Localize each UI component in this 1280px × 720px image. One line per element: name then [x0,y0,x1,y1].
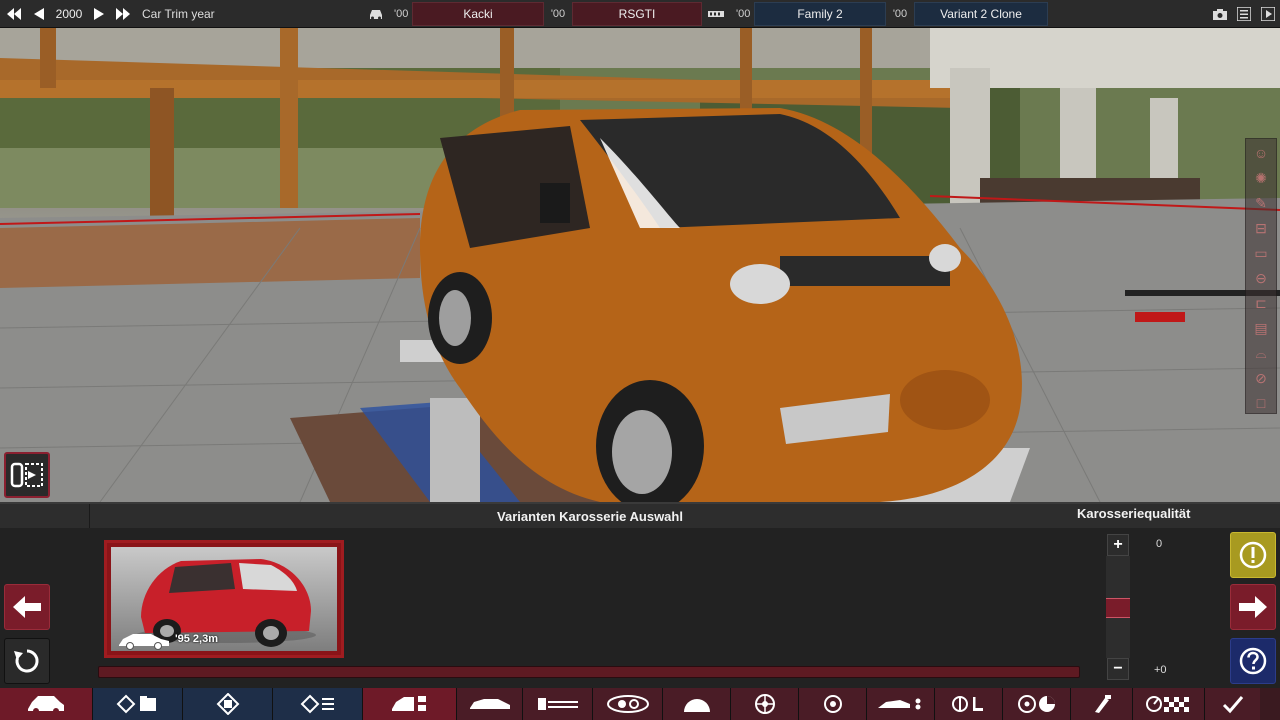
exit-icon[interactable] [1256,0,1280,28]
tab-suspension[interactable] [522,688,592,720]
view-switch-icon [10,462,43,488]
tab-engine-family[interactable] [92,688,182,720]
interior-icon [951,696,983,712]
arrow-left-icon [13,596,41,618]
trim-year: '00 [550,7,566,20]
interior-icon[interactable]: ⊏ [1250,292,1272,314]
tyre-icon [823,695,842,713]
testing-icon [1145,696,1189,712]
panel-title: Varianten Karosserie Auswahl [90,504,1090,528]
tab-brakes[interactable] [662,688,730,720]
variant-preview: '95 2,3m [111,547,337,651]
tab-engine-tuning[interactable] [272,688,362,720]
game-screen: 2000 Car Trim year '00 Kacki '00 RSGTI '… [0,0,1280,720]
skip-back-icon[interactable] [0,0,28,28]
tab-finish[interactable] [1204,688,1260,720]
chassis-icon[interactable]: ⊟ [1250,217,1272,239]
tab-interior[interactable] [934,688,1002,720]
refresh-icon [14,649,39,673]
wheel-icon[interactable]: ✺ [1250,167,1272,189]
brakes-icon [683,699,710,712]
suspension-icon [537,698,578,710]
model-year: '00 [394,7,409,20]
tab-engine[interactable] [182,688,272,720]
model-name-field[interactable]: Kacki [412,1,544,26]
tab-paint[interactable] [1070,688,1132,720]
top-bar: 2000 Car Trim year '00 Kacki '00 RSGTI '… [0,0,1280,28]
trim-name-field[interactable]: RSGTI [572,1,702,26]
car-trim-year-label: Car Trim year [142,6,215,21]
quality-decrease-button[interactable]: − [1107,658,1129,680]
car-showroom-scene [0,28,1280,502]
car-tab-icon [28,696,64,714]
tab-aero[interactable] [866,688,934,720]
quality-value: 0 [1156,538,1163,550]
tab-drivetrain[interactable] [592,688,662,720]
toggle-view-button[interactable] [4,452,50,498]
next-button[interactable] [1230,584,1276,630]
steering-icon[interactable]: ⊘ [1250,367,1272,389]
square-icon[interactable]: □ [1250,392,1272,414]
aero-icon [877,698,920,710]
car-icon[interactable] [364,0,388,28]
body-tab-icon [391,696,426,711]
safety-icon [1017,695,1055,713]
tab-safety[interactable] [1002,688,1070,720]
triangle-right-icon[interactable] [88,0,110,28]
quality-increase-button[interactable]: + [1107,534,1129,556]
question-icon [1239,647,1267,675]
variant-label: '95 2,3m [175,633,218,645]
car-body-icon [119,634,169,650]
engine-icon[interactable] [702,0,730,28]
spray-icon[interactable]: ✎ [1250,192,1272,214]
reset-button[interactable] [4,638,50,684]
camera-icon[interactable] [1208,0,1232,28]
variant-card[interactable]: '95 2,3m [104,540,344,658]
family-name-field[interactable]: Family 2 [754,1,886,26]
quality-slider-thumb[interactable] [1106,598,1130,618]
fuel-icon[interactable]: ⊖ [1250,267,1272,289]
tab-testing[interactable] [1132,688,1204,720]
tab-chassis[interactable] [456,688,522,720]
warning-icon [1239,541,1267,569]
engine-tune-icon [300,694,334,714]
scroll-bar[interactable] [98,666,1080,678]
seat-icon[interactable]: ⌓ [1250,342,1272,364]
drivetrain-icon [606,695,649,713]
engine-block-icon [216,693,239,715]
year-value: 2000 [55,6,83,21]
tab-car[interactable] [0,688,92,720]
tab-wheels[interactable] [730,688,798,720]
family-year: '00 [736,7,751,20]
checkmark-icon [1222,696,1243,714]
section-tabs [0,688,1280,720]
panel-header-left [0,504,90,528]
quality-title: Karosseriequalität [1077,506,1191,521]
panel-icon[interactable]: ▭ [1250,242,1272,264]
wheel-icon [754,694,775,714]
chassis-icon [469,699,510,709]
warning-button[interactable] [1230,532,1276,578]
tab-tyres[interactable] [798,688,866,720]
engine-folder-icon [116,694,156,714]
arrow-right-icon [1239,596,1267,618]
variant-name-field[interactable]: Variant 2 Clone [914,1,1048,26]
person-icon[interactable]: ☺ [1250,142,1272,164]
quality-delta: +0 [1154,664,1167,676]
help-button[interactable] [1230,638,1276,684]
view-tool-strip: ☺ ✺ ✎ ⊟ ▭ ⊖ ⊏ ▤ ⌓ ⊘ □ [1245,138,1277,414]
menu-icon[interactable] [1232,0,1256,28]
scene-illustration [0,28,1280,502]
skip-forward-icon[interactable] [110,0,136,28]
triangle-left-icon[interactable] [28,0,50,28]
variant-year: '00 [892,7,908,20]
grille-icon[interactable]: ▤ [1250,317,1272,339]
paint-icon [1094,695,1111,713]
tab-body[interactable] [362,688,456,720]
back-button[interactable] [4,584,50,630]
